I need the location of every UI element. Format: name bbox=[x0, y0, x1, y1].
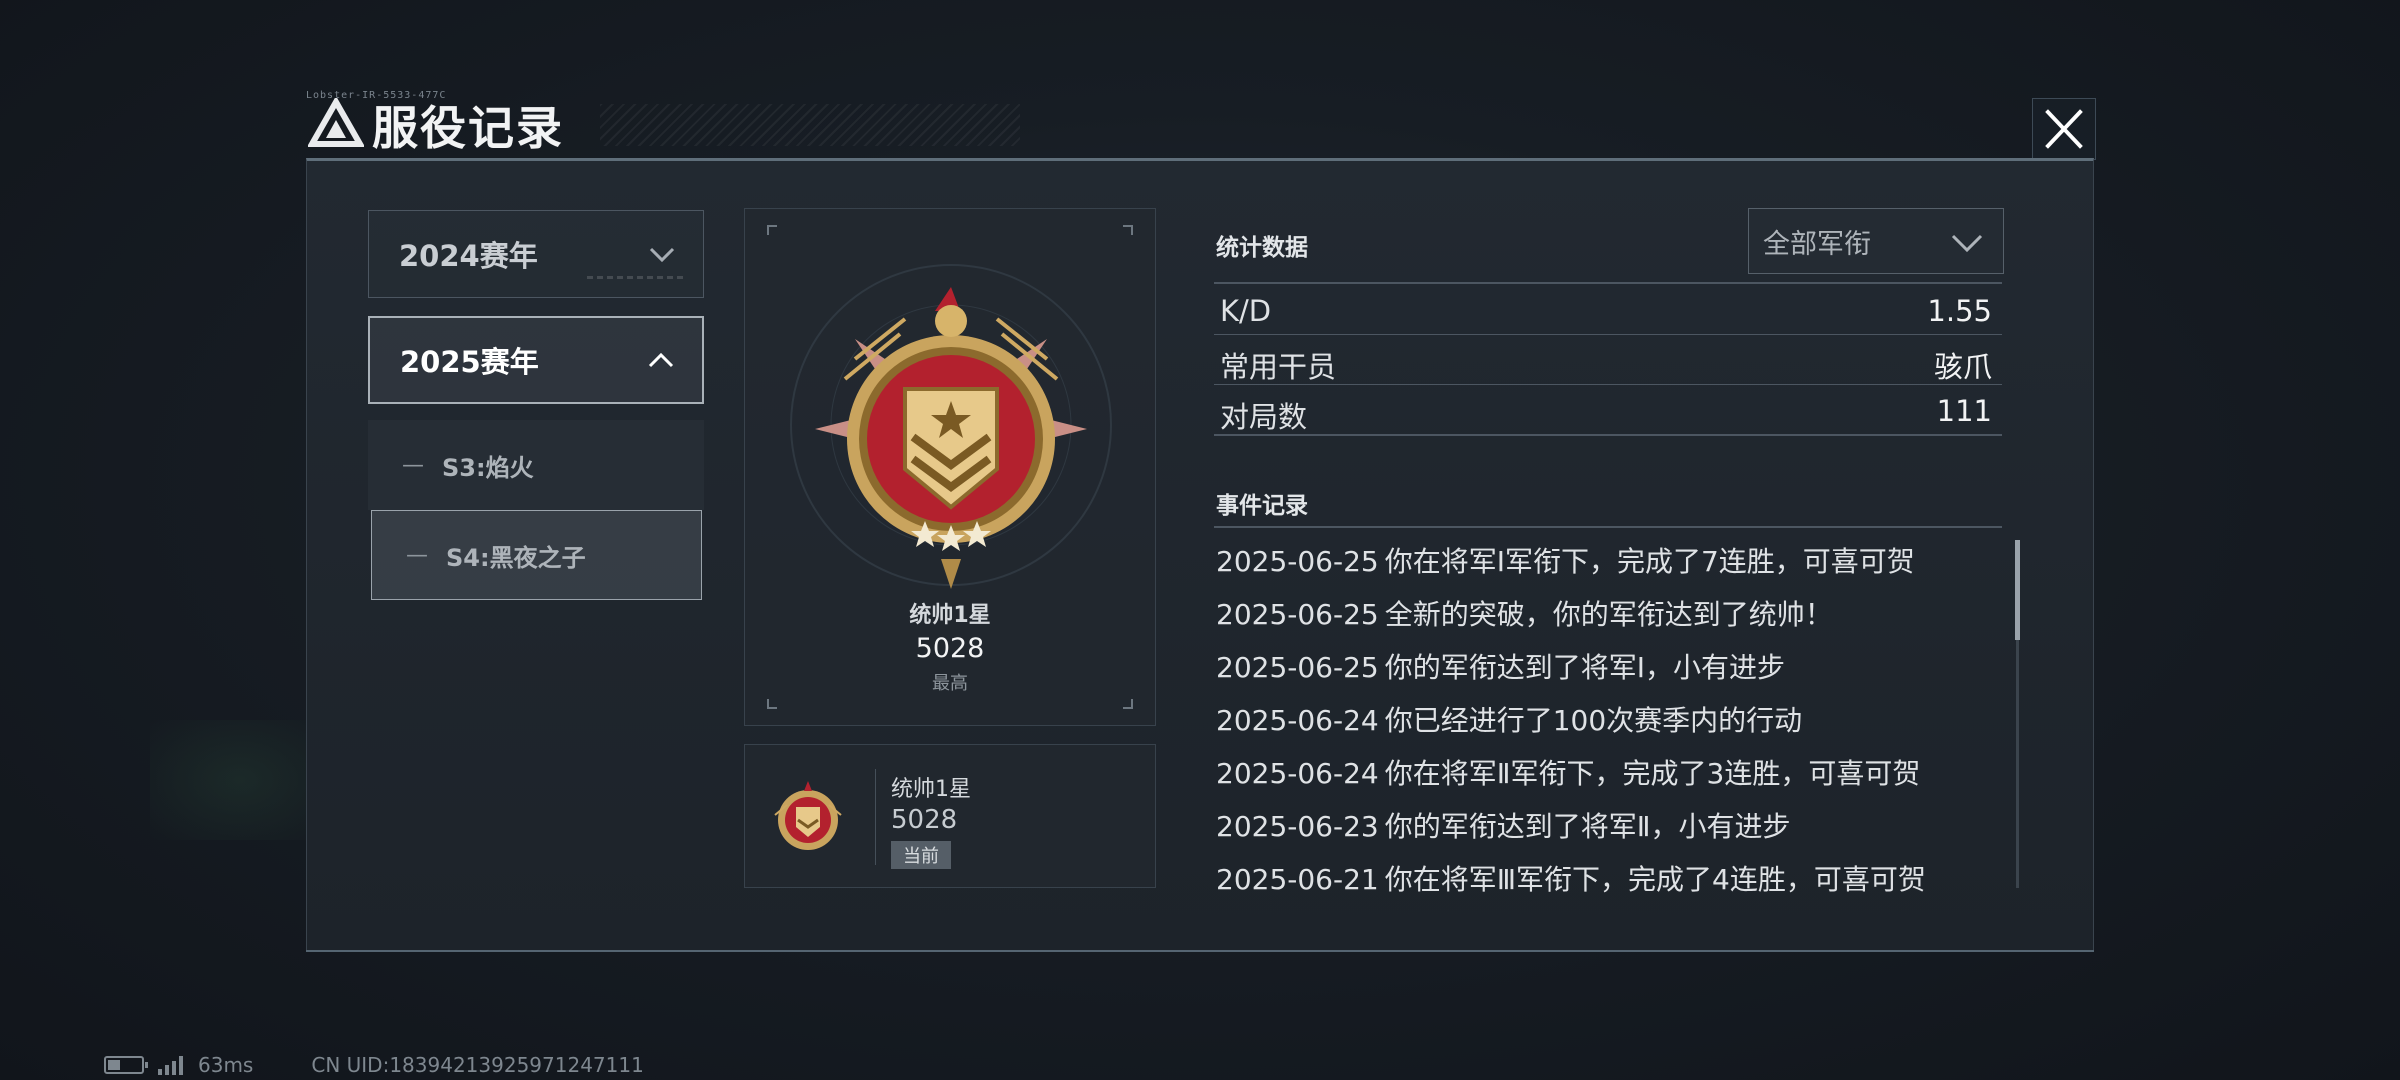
season-decoration bbox=[587, 276, 687, 279]
event-date: 2025-06-23 bbox=[1216, 810, 1379, 843]
header-decoration bbox=[600, 104, 1020, 146]
season-item-s4[interactable]: — S4:黑夜之子 bbox=[371, 510, 702, 600]
events-divider bbox=[1214, 526, 2002, 528]
dash-icon: — bbox=[402, 452, 424, 478]
event-text: 你的军衔达到了将军Ⅱ，小有进步 bbox=[1384, 810, 1791, 843]
stat-key: K/D bbox=[1220, 294, 1272, 328]
divider bbox=[875, 769, 876, 865]
event-item: 2025-06-24 你在将军Ⅱ军衔下，完成了3连胜，可喜可贺 bbox=[1216, 752, 1920, 792]
event-text: 你在将军Ⅱ军衔下，完成了3连胜，可喜可贺 bbox=[1384, 757, 1921, 790]
event-text: 全新的突破，你的军衔达到了统帅！ bbox=[1384, 598, 1833, 631]
event-date: 2025-06-24 bbox=[1216, 757, 1379, 790]
corner-mark bbox=[1123, 699, 1133, 709]
season-2025-toggle[interactable]: 2025赛年 bbox=[368, 316, 704, 404]
stat-row-matches: 对局数 111 bbox=[1220, 388, 1992, 434]
event-item: 2025-06-25 全新的突破，你的军衔达到了统帅！ bbox=[1216, 593, 1833, 633]
stat-row-kd: K/D 1.55 bbox=[1220, 288, 1992, 334]
event-date: 2025-06-24 bbox=[1216, 704, 1379, 737]
stat-row-operator: 常用干员 骇爪 bbox=[1220, 338, 1992, 384]
stat-key: 对局数 bbox=[1220, 400, 1308, 434]
event-item: 2025-06-23 你的军衔达到了将军Ⅱ，小有进步 bbox=[1216, 805, 1791, 845]
corner-mark bbox=[1123, 225, 1133, 235]
window-header: Lobster-IR-5533-477C 服役记录 bbox=[300, 90, 2100, 160]
rank-filter-value: 全部军衔 bbox=[1763, 228, 1871, 260]
chevron-down-icon bbox=[1951, 234, 1983, 253]
background-glow bbox=[150, 720, 330, 840]
rank-filter-dropdown[interactable]: 全部军衔 bbox=[1748, 208, 2004, 274]
close-button[interactable] bbox=[2032, 98, 2096, 160]
season-item-s3[interactable]: — S3:焰火 bbox=[368, 420, 704, 510]
event-item: 2025-06-21 你在将军Ⅲ军衔下，完成了4连胜，可喜可贺 bbox=[1216, 858, 1926, 898]
event-date: 2025-06-25 bbox=[1216, 545, 1379, 578]
best-rank-name: 统帅1星 bbox=[909, 603, 991, 628]
current-rank-name: 统帅1星 bbox=[891, 777, 971, 802]
best-rank-tag: 最高 bbox=[932, 673, 968, 694]
event-text: 你在将军Ⅲ军衔下，完成了4连胜，可喜可贺 bbox=[1384, 863, 1926, 896]
event-text: 你的军衔达到了将军Ⅰ，小有进步 bbox=[1384, 651, 1785, 684]
event-item: 2025-06-25 你的军衔达到了将军Ⅰ，小有进步 bbox=[1216, 646, 1785, 686]
event-text: 你已经进行了100次赛季内的行动 bbox=[1384, 704, 1803, 737]
chevron-up-icon bbox=[648, 352, 674, 368]
event-item: 2025-06-25 你在将军Ⅰ军衔下，完成了7连胜，可喜可贺 bbox=[1216, 540, 1915, 580]
event-date: 2025-06-25 bbox=[1216, 651, 1379, 684]
stats-title: 统计数据 bbox=[1216, 235, 1308, 261]
stats-divider bbox=[1214, 334, 2002, 335]
best-rank-card: 统帅1星 5028 最高 bbox=[744, 208, 1156, 726]
corner-mark bbox=[767, 699, 777, 709]
ping-value: 63ms bbox=[198, 1053, 254, 1077]
chevron-down-icon bbox=[649, 247, 675, 263]
best-rank-score: 5028 bbox=[915, 633, 985, 664]
stat-key: 常用干员 bbox=[1220, 350, 1337, 384]
delta-logo-icon bbox=[308, 98, 364, 147]
events-scrollbar-thumb[interactable] bbox=[2015, 540, 2020, 640]
event-date: 2025-06-21 bbox=[1216, 863, 1379, 896]
page-title: 服役记录 bbox=[372, 101, 564, 155]
season-item-label: S4:黑夜之子 bbox=[446, 543, 586, 572]
dash-icon: — bbox=[406, 542, 428, 568]
signal-icon bbox=[158, 1055, 186, 1075]
season-label: 2024赛年 bbox=[399, 239, 538, 273]
battery-icon bbox=[104, 1056, 148, 1074]
season-label: 2025赛年 bbox=[400, 345, 539, 379]
close-icon bbox=[2045, 109, 2083, 149]
event-item: 2025-06-24 你已经进行了100次赛季内的行动 bbox=[1216, 699, 1802, 739]
current-rank-card: 统帅1星 5028 当前 bbox=[744, 744, 1156, 888]
status-bar: 63ms CN UID:1839421392597124711​1 bbox=[104, 1052, 644, 1078]
current-rank-score: 5028 bbox=[891, 805, 958, 835]
stats-divider bbox=[1214, 384, 2002, 385]
corner-mark bbox=[767, 225, 777, 235]
stats-divider bbox=[1214, 434, 2002, 436]
panel-bottom-line bbox=[306, 950, 2094, 952]
stat-value: 111 bbox=[1936, 394, 1992, 428]
stat-value: 1.55 bbox=[1927, 294, 1992, 328]
uid-text: CN UID:1839421392597124711​1 bbox=[311, 1053, 644, 1077]
event-text: 你在将军Ⅰ军衔下，完成了7连胜，可喜可贺 bbox=[1384, 545, 1915, 578]
marshal-medal-icon bbox=[790, 264, 1112, 589]
stats-divider bbox=[1214, 282, 2002, 284]
marshal-medal-small-icon bbox=[774, 781, 842, 850]
stat-value: 骇爪 bbox=[1933, 350, 1992, 384]
season-2024-toggle[interactable]: 2024赛年 bbox=[368, 210, 704, 298]
current-rank-tag: 当前 bbox=[891, 841, 951, 869]
season-item-label: S3:焰火 bbox=[442, 453, 534, 482]
event-date: 2025-06-25 bbox=[1216, 598, 1379, 631]
events-title: 事件记录 bbox=[1216, 493, 1308, 519]
